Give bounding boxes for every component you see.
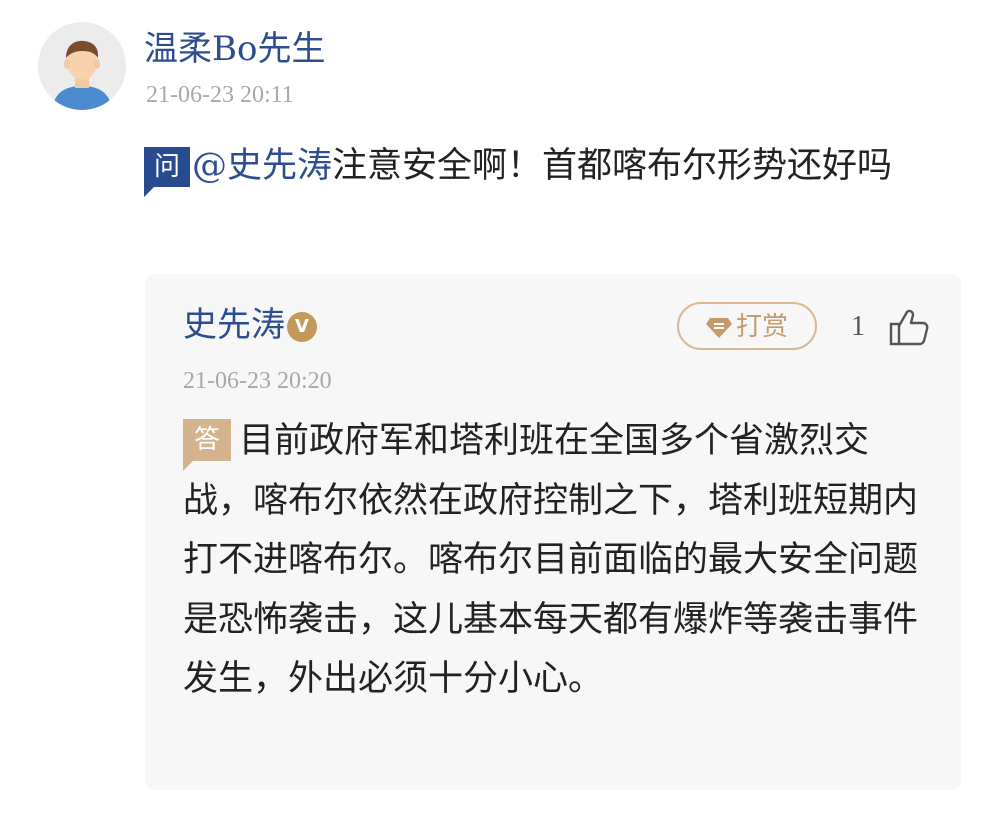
like-count: 1 bbox=[851, 311, 865, 342]
question-badge: 问 bbox=[144, 147, 190, 197]
thumbs-up-icon[interactable] bbox=[887, 308, 931, 348]
answerer-name[interactable]: 史先涛 bbox=[183, 305, 285, 345]
asker-avatar[interactable] bbox=[38, 22, 126, 110]
answer-text: 答目前政府军和塔利班在全国多个省激烈交战，喀布尔依然在政府控制之下，塔利班短期内… bbox=[183, 412, 923, 710]
question-content: 注意安全啊！首都喀布尔形势还好吗 bbox=[332, 146, 893, 186]
comment-thread: 温柔Bo先生 21-06-23 20:11 问 @史先涛注意安全啊！首都喀布尔形势… bbox=[0, 0, 1000, 825]
tip-button[interactable]: 打赏 bbox=[677, 302, 817, 350]
mention-link[interactable]: @史先涛 bbox=[192, 146, 332, 186]
default-user-avatar-icon bbox=[38, 22, 126, 110]
question-timestamp: 21-06-23 20:11 bbox=[146, 82, 294, 108]
reward-gem-icon bbox=[705, 308, 732, 352]
asker-name[interactable]: 温柔Bo先生 bbox=[144, 28, 325, 70]
answerer-name-row: 史先涛 V bbox=[183, 304, 317, 346]
answer-card: 史先涛 V 打赏 1 21-06-23 20:20 答目前政府军和塔利班在全国多个… bbox=[145, 274, 961, 790]
verified-v-icon: V bbox=[287, 312, 317, 342]
tip-label: 打赏 bbox=[735, 312, 788, 342]
answer-badge: 答 bbox=[183, 419, 231, 471]
answer-content: 目前政府军和塔利班在全国多个省激烈交战，喀布尔依然在政府控制之下，塔利班短期内打… bbox=[183, 421, 919, 699]
answer-timestamp: 21-06-23 20:20 bbox=[183, 368, 332, 394]
question-text: 问 @史先涛注意安全啊！首都喀布尔形势还好吗 bbox=[144, 142, 944, 197]
